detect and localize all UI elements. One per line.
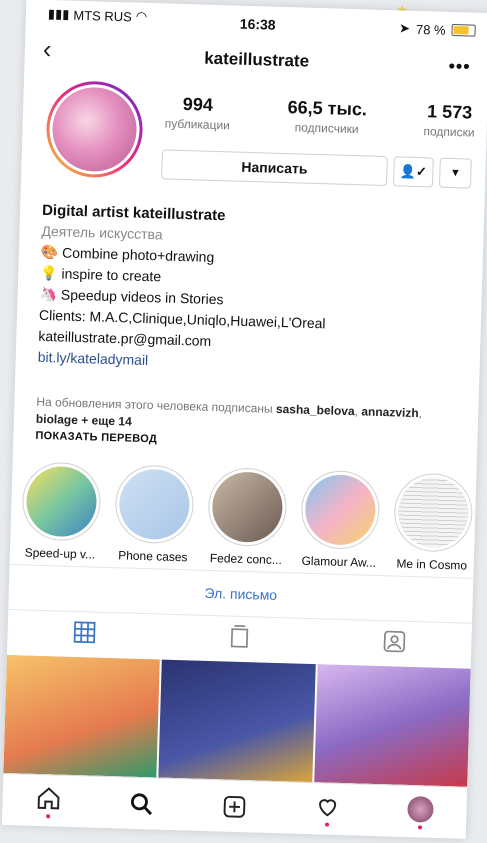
stat-posts-value: 994	[182, 93, 214, 115]
stat-followers-label: подписчики	[294, 120, 359, 137]
highlight-item[interactable]: Fedez conc...	[202, 466, 293, 568]
chevron-down-icon: ▼	[449, 166, 462, 180]
highlight-cover	[118, 468, 191, 541]
stat-following-value: 1 573	[426, 101, 473, 123]
palette-icon: 🎨	[40, 243, 59, 261]
bio-line-2: inspire to create	[61, 265, 162, 285]
plus-square-icon	[223, 795, 246, 818]
profile-actions: Написать 👤✓ ▼	[161, 149, 472, 189]
notification-dot	[417, 824, 422, 829]
battery-label: 78 %	[415, 21, 446, 38]
suggestions-dropdown-button[interactable]: ▼	[438, 157, 472, 189]
nav-new-post[interactable]	[221, 793, 248, 820]
stat-posts[interactable]: 994 публикации	[165, 93, 231, 132]
highlight-cover	[304, 473, 377, 546]
status-right: ➤ 78 %	[399, 20, 476, 38]
highlight-cover	[211, 471, 284, 544]
nav-activity[interactable]	[314, 793, 341, 827]
highlight-item[interactable]: Glamour Aw...	[295, 469, 386, 571]
stat-followers-value: 66,5 тыс.	[287, 97, 368, 120]
highlight-item[interactable]: Phone cases	[109, 464, 200, 565]
nav-home[interactable]	[35, 784, 62, 818]
stat-following[interactable]: 1 573 подписки	[423, 101, 475, 139]
profile-bio: Digital artist kateillustrate Деятель ис…	[37, 200, 462, 380]
tagged-person-icon	[383, 630, 405, 652]
stat-following-label: подписки	[423, 124, 475, 140]
tab-tagged[interactable]	[381, 628, 408, 660]
avatar-image	[51, 86, 138, 173]
feed-icon	[230, 624, 249, 648]
post-thumbnail[interactable]	[313, 664, 471, 787]
background: ★ ✦ ▮▮▮ MTS RUS ◠ 16:38 ➤ 78 % ‹ kateill…	[0, 0, 487, 843]
nav-search[interactable]	[128, 791, 155, 818]
highlight-caption: Speed-up v...	[24, 545, 96, 562]
following-button[interactable]: 👤✓	[392, 156, 434, 188]
more-options-icon[interactable]: •••	[448, 56, 470, 78]
message-button[interactable]: Написать	[161, 149, 388, 187]
profile-avatar-icon	[406, 795, 434, 823]
unicorn-icon: 🦄	[39, 285, 58, 303]
search-icon	[131, 793, 153, 816]
followed-by-user[interactable]: sasha_belova	[276, 402, 355, 418]
lightbulb-icon: 💡	[40, 264, 58, 282]
followed-by-user[interactable]: annazvizh	[361, 404, 419, 420]
highlight-caption: Phone cases	[117, 548, 188, 565]
profile-username: kateillustrate	[203, 48, 310, 71]
story-highlights: Speed-up v... Phone cases Fedez conc... …	[16, 461, 479, 573]
highlight-cover	[25, 465, 98, 538]
nav-profile[interactable]	[406, 795, 434, 829]
highlight-caption: Me in Cosmo	[396, 556, 468, 573]
notification-dot	[324, 822, 329, 827]
location-icon: ➤	[398, 20, 411, 36]
person-check-icon: 👤✓	[399, 163, 428, 180]
battery-icon	[451, 23, 476, 37]
highlight-item[interactable]: Speed-up v...	[16, 461, 107, 562]
highlight-item[interactable]: Me in Cosmo	[388, 472, 479, 573]
post-thumbnail[interactable]	[158, 659, 316, 783]
stat-followers[interactable]: 66,5 тыс. подписчики	[287, 97, 367, 136]
tab-igtv[interactable]	[226, 623, 253, 655]
grid-icon	[74, 620, 96, 643]
home-icon	[38, 786, 60, 809]
profile-avatar[interactable]	[45, 79, 144, 179]
stat-posts-label: публикации	[164, 116, 231, 133]
posts-grid	[3, 655, 471, 787]
followed-by-user[interactable]: biolage	[36, 412, 78, 427]
profile-stats: 994 публикации 66,5 тыс. подписчики 1 57…	[165, 93, 476, 140]
highlight-cover	[397, 476, 470, 549]
highlight-caption: Glamour Aw...	[301, 553, 377, 570]
email-button-label: Эл. письмо	[204, 584, 278, 603]
highlight-caption: Fedez conc...	[209, 550, 283, 568]
heart-icon	[318, 798, 336, 816]
post-thumbnail[interactable]	[3, 655, 161, 778]
bio-line-3: Speedup videos in Stories	[60, 286, 224, 308]
show-translation-link[interactable]: ПОКАЗАТЬ ПЕРЕВОД	[35, 430, 157, 446]
notification-dot	[46, 813, 51, 818]
bio-line-1: Combine photo+drawing	[61, 244, 215, 265]
followed-by-more[interactable]: + еще 14	[81, 413, 132, 428]
tab-grid[interactable]	[71, 618, 98, 650]
phone-screen: ▮▮▮ MTS RUS ◠ 16:38 ➤ 78 % ‹ kateillustr…	[1, 0, 487, 839]
